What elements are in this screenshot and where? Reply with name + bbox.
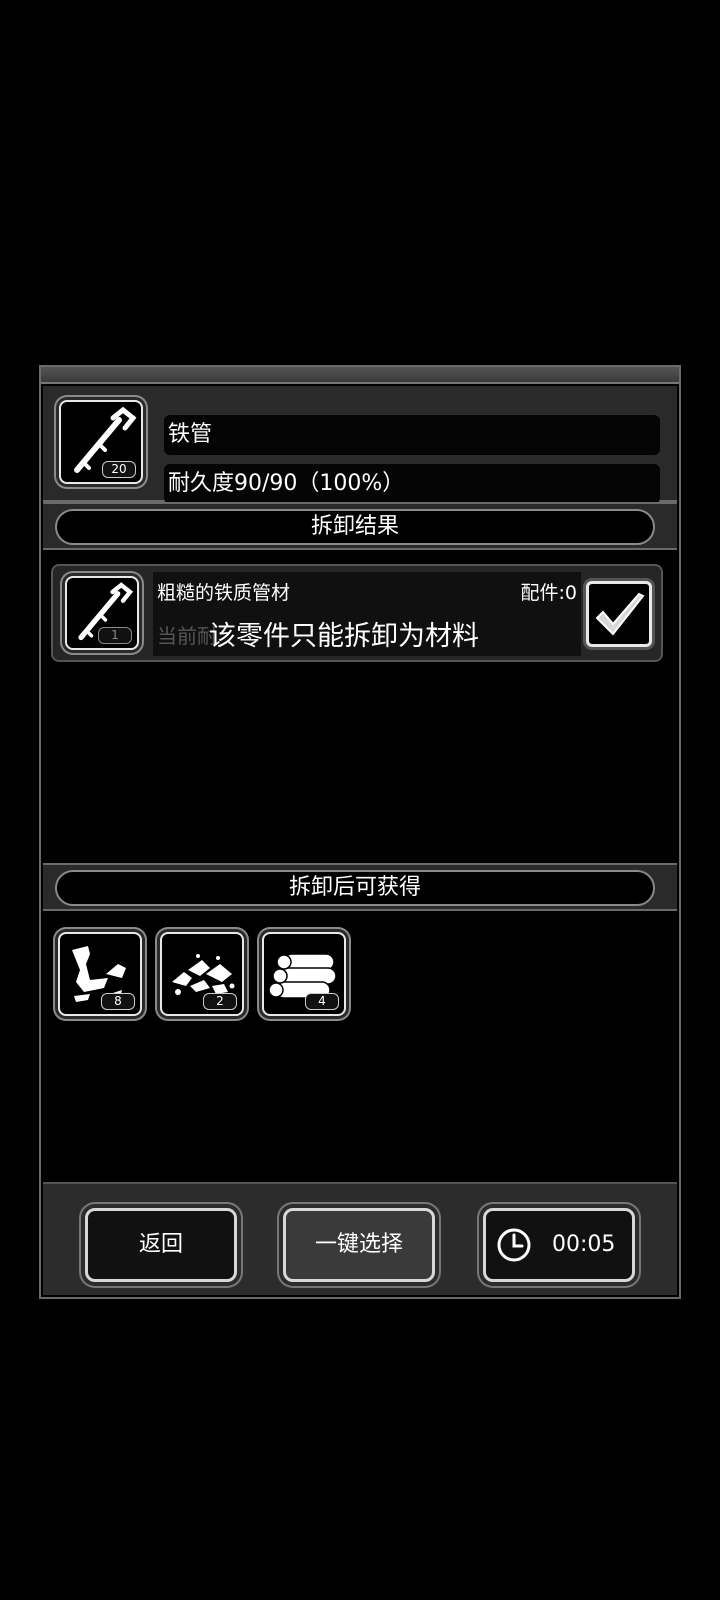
material-slot-rubble[interactable]: 2 [160, 932, 244, 1016]
result-icon-slot[interactable]: 1 [65, 576, 139, 650]
material-count-scrap: 8 [101, 993, 135, 1010]
result-row[interactable]: 1 粗糙的铁质管材 配件:0 当前耐 该零件只能拆卸为材料 [51, 564, 663, 662]
dismantle-panel: 20 铁管 耐久度90/90（100%） 拆卸结果 1 粗糙的铁质管材 配件:0… [39, 365, 681, 1299]
gain-section-title: 拆卸后可获得 [55, 870, 655, 906]
material-count-rubble: 2 [203, 993, 237, 1010]
result-checkbox[interactable] [586, 581, 652, 647]
gain-section-bar: 拆卸后可获得 [43, 863, 677, 911]
result-name: 粗糙的铁质管材 [157, 582, 291, 604]
item-name: 铁管 [164, 415, 660, 455]
result-section-bar: 拆卸结果 [43, 502, 677, 550]
item-count-badge: 20 [102, 461, 136, 478]
result-count-badge: 1 [98, 627, 132, 644]
result-durability-hidden: 当前耐 [157, 624, 217, 648]
item-header: 20 铁管 耐久度90/90（100%） [43, 386, 677, 504]
panel-top-bar [41, 367, 679, 384]
result-note: 该零件只能拆卸为材料 [209, 621, 479, 652]
result-info: 粗糙的铁质管材 配件:0 当前耐 该零件只能拆卸为材料 [153, 572, 581, 656]
checkmark-icon [595, 592, 645, 636]
timer-button[interactable]: 00:05 [483, 1208, 635, 1282]
item-durability: 耐久度90/90（100%） [164, 464, 660, 504]
back-button[interactable]: 返回 [85, 1208, 237, 1282]
result-section-title: 拆卸结果 [55, 509, 655, 545]
item-icon-slot[interactable]: 20 [59, 400, 143, 484]
material-count-logs: 4 [305, 993, 339, 1010]
clock-icon [497, 1228, 531, 1262]
material-slot-logs[interactable]: 4 [262, 932, 346, 1016]
timer-text: 00:05 [552, 1232, 616, 1257]
result-parts-count: 配件:0 [520, 582, 578, 604]
bottom-action-bar: 返回 一键选择 00:05 [43, 1182, 677, 1295]
material-slot-scrap[interactable]: 8 [58, 932, 142, 1016]
select-all-button[interactable]: 一键选择 [283, 1208, 435, 1282]
